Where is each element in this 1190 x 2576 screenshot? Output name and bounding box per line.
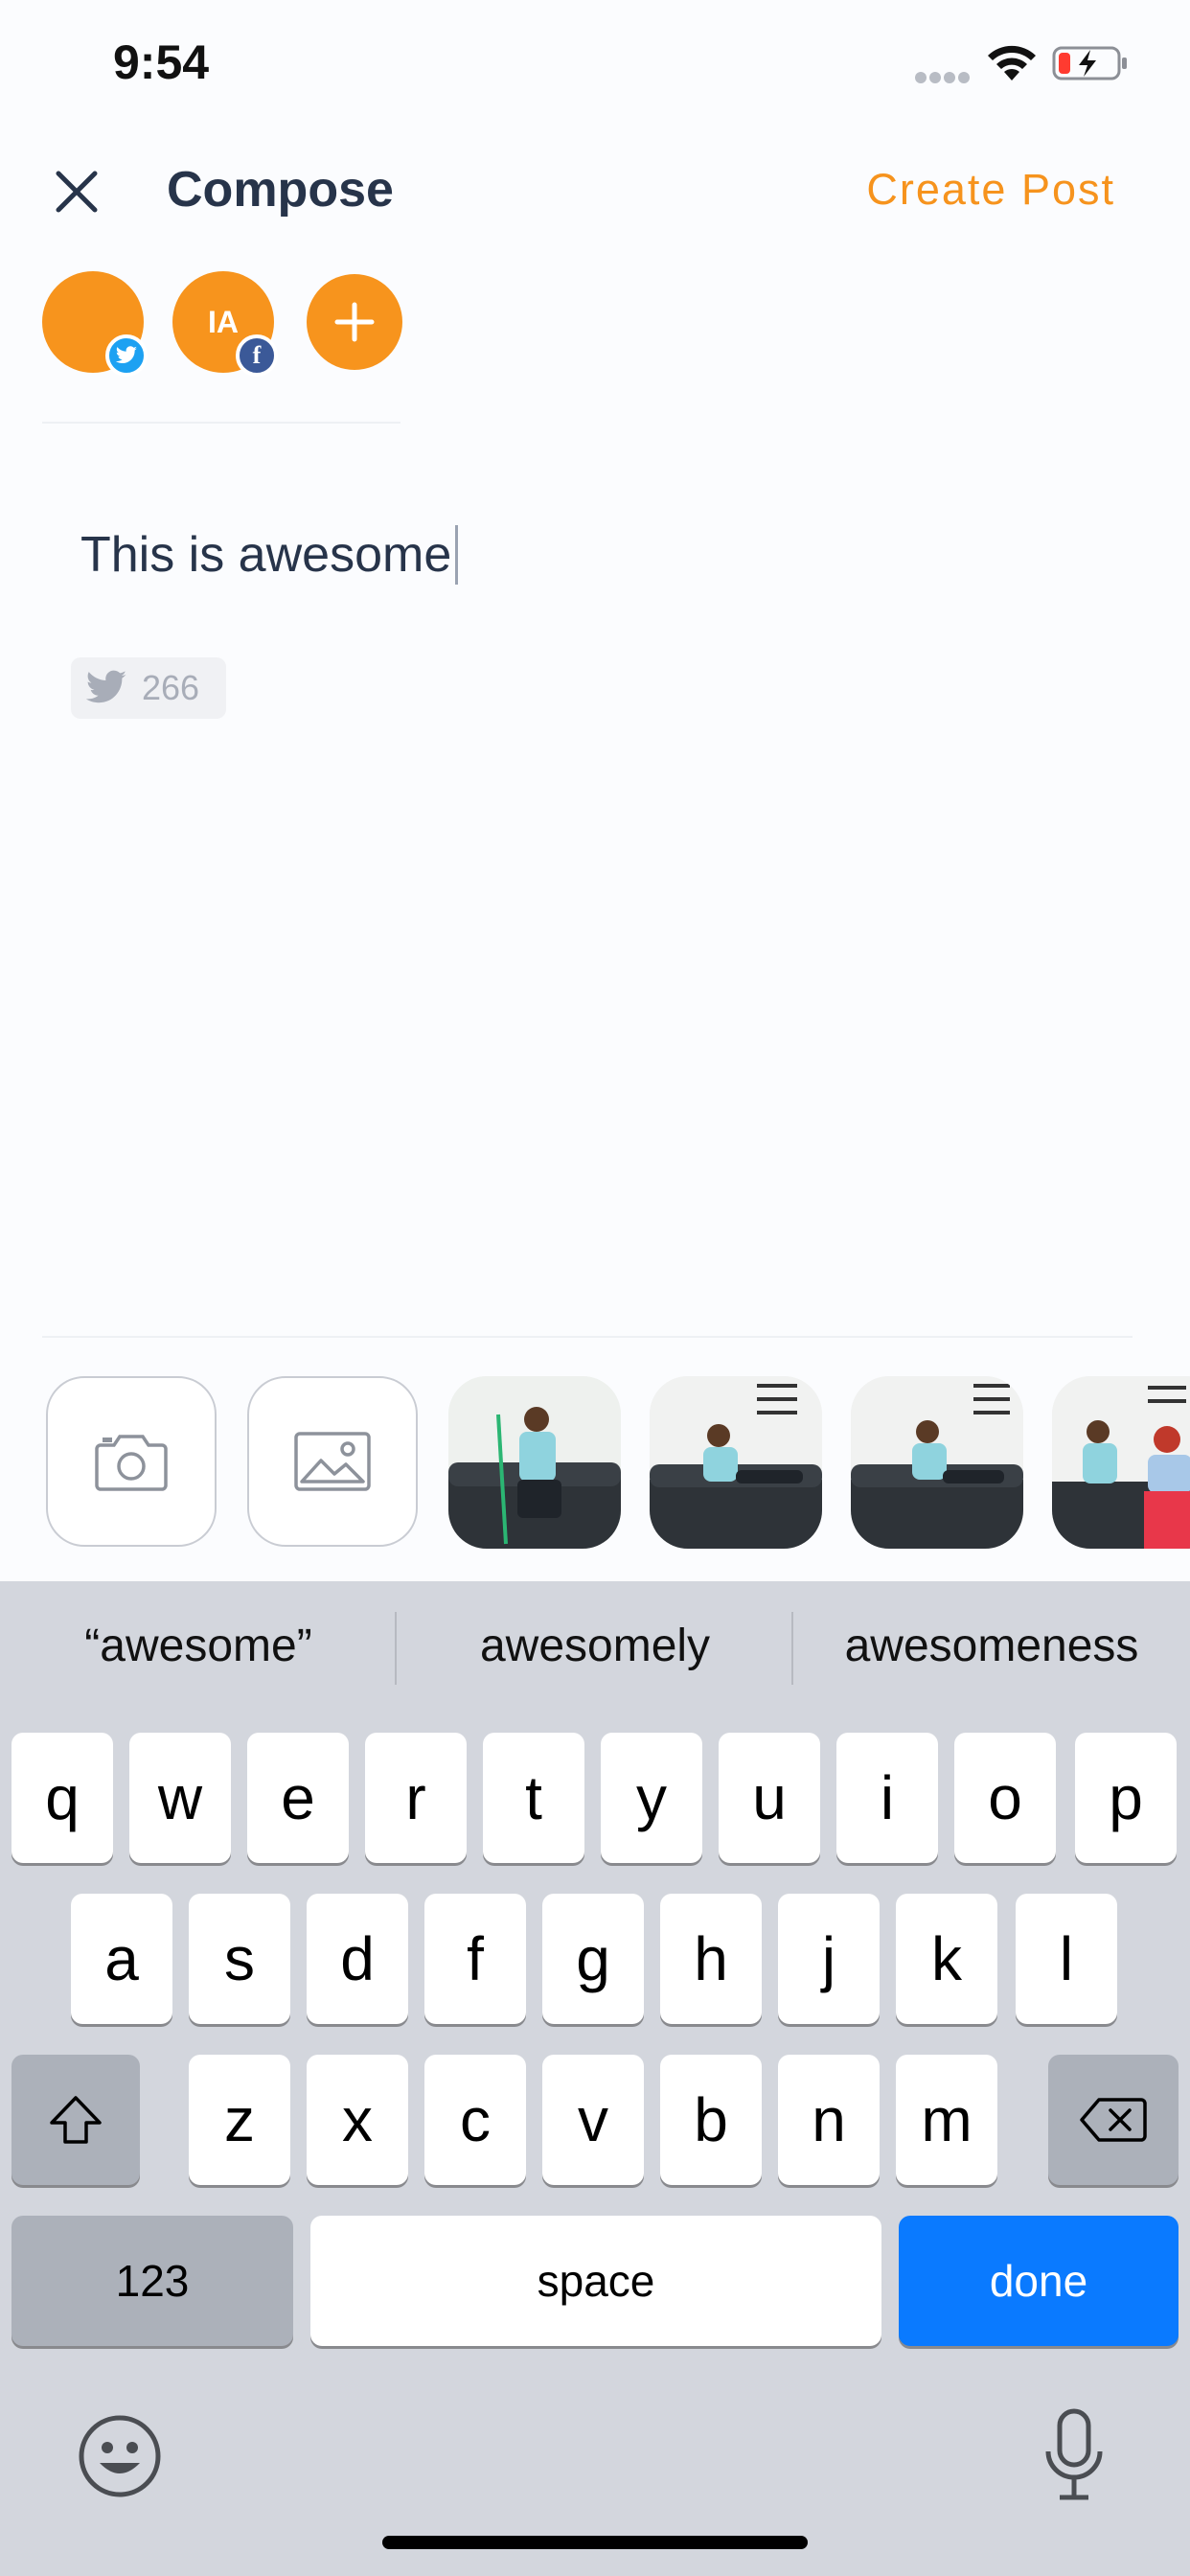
facebook-badge-icon: f: [236, 334, 278, 377]
key-k[interactable]: k: [896, 1894, 997, 2024]
keyboard: “awesome” awesomely awesomeness q w e r …: [0, 1581, 1190, 2576]
key-n[interactable]: n: [778, 2055, 880, 2185]
key-y[interactable]: y: [601, 1733, 702, 1863]
account-initials: IA: [208, 304, 239, 339]
space-key[interactable]: space: [310, 2216, 881, 2346]
suggestion-item[interactable]: “awesome”: [0, 1620, 397, 1672]
suggestion-item[interactable]: awesomeness: [793, 1620, 1190, 1672]
text-caret: [455, 525, 459, 585]
key-v[interactable]: v: [542, 2055, 644, 2185]
key-o[interactable]: o: [954, 1733, 1056, 1863]
account-avatar-facebook[interactable]: IA f: [172, 271, 278, 377]
key-p[interactable]: p: [1075, 1733, 1177, 1863]
key-e[interactable]: e: [247, 1733, 349, 1863]
status-time: 9:54: [113, 35, 210, 89]
suggestion-item[interactable]: awesomely: [397, 1620, 793, 1672]
post-text-input[interactable]: This is awesome: [80, 525, 459, 585]
key-i[interactable]: i: [836, 1733, 938, 1863]
photo-thumbnail[interactable]: [650, 1376, 822, 1549]
twitter-bird-icon: [85, 670, 126, 703]
numbers-key[interactable]: 123: [11, 2216, 293, 2346]
image-gallery-icon: [294, 1432, 371, 1491]
done-key[interactable]: done: [899, 2216, 1179, 2346]
key-g[interactable]: g: [542, 1894, 644, 2024]
plus-icon: [334, 302, 375, 342]
key-a[interactable]: a: [71, 1894, 172, 2024]
close-icon: [56, 171, 98, 213]
divider: [42, 1336, 1133, 1338]
battery-charging-icon: [1052, 46, 1127, 80]
key-b[interactable]: b: [660, 2055, 762, 2185]
page-title: Compose: [167, 162, 394, 218]
suggestion-bar: “awesome” awesomely awesomeness: [0, 1581, 1190, 1725]
close-button[interactable]: [48, 163, 105, 220]
photo-thumbnail[interactable]: [851, 1376, 1023, 1549]
backspace-icon: [1080, 2098, 1147, 2142]
key-h[interactable]: h: [660, 1894, 762, 2024]
remaining-chars: 266: [142, 668, 200, 707]
media-strip: [46, 1376, 1190, 1549]
shift-key[interactable]: [11, 2055, 140, 2185]
key-z[interactable]: z: [189, 2055, 290, 2185]
key-m[interactable]: m: [896, 2055, 997, 2185]
key-w[interactable]: w: [129, 1733, 231, 1863]
key-u[interactable]: u: [719, 1733, 820, 1863]
key-s[interactable]: s: [189, 1894, 290, 2024]
camera-icon: [95, 1435, 168, 1491]
signal-dots-icon: [915, 71, 973, 83]
key-x[interactable]: x: [307, 2055, 408, 2185]
create-post-button[interactable]: Create Post: [866, 165, 1115, 215]
key-t[interactable]: t: [483, 1733, 584, 1863]
key-j[interactable]: j: [778, 1894, 880, 2024]
backspace-key[interactable]: [1048, 2055, 1179, 2185]
key-r[interactable]: r: [365, 1733, 467, 1863]
emoji-icon[interactable]: [77, 2413, 163, 2499]
key-f[interactable]: f: [424, 1894, 526, 2024]
post-text: This is awesome: [80, 527, 452, 583]
photo-thumbnail[interactable]: [448, 1376, 621, 1549]
home-indicator[interactable]: [382, 2536, 808, 2549]
wifi-icon: [988, 45, 1036, 80]
add-account-button[interactable]: [307, 274, 402, 370]
key-q[interactable]: q: [11, 1733, 113, 1863]
status-bar: 9:54: [0, 0, 1190, 129]
key-c[interactable]: c: [424, 2055, 526, 2185]
shift-icon: [50, 2096, 102, 2144]
key-l[interactable]: l: [1016, 1894, 1117, 2024]
gallery-button[interactable]: [247, 1376, 418, 1547]
character-counter: 266: [71, 657, 226, 719]
camera-button[interactable]: [46, 1376, 217, 1547]
twitter-badge-icon: [105, 334, 148, 377]
key-d[interactable]: d: [307, 1894, 408, 2024]
microphone-icon[interactable]: [1041, 2407, 1108, 2503]
photo-thumbnail[interactable]: [1052, 1376, 1190, 1549]
divider: [42, 422, 400, 424]
account-avatar-twitter[interactable]: [42, 271, 148, 377]
